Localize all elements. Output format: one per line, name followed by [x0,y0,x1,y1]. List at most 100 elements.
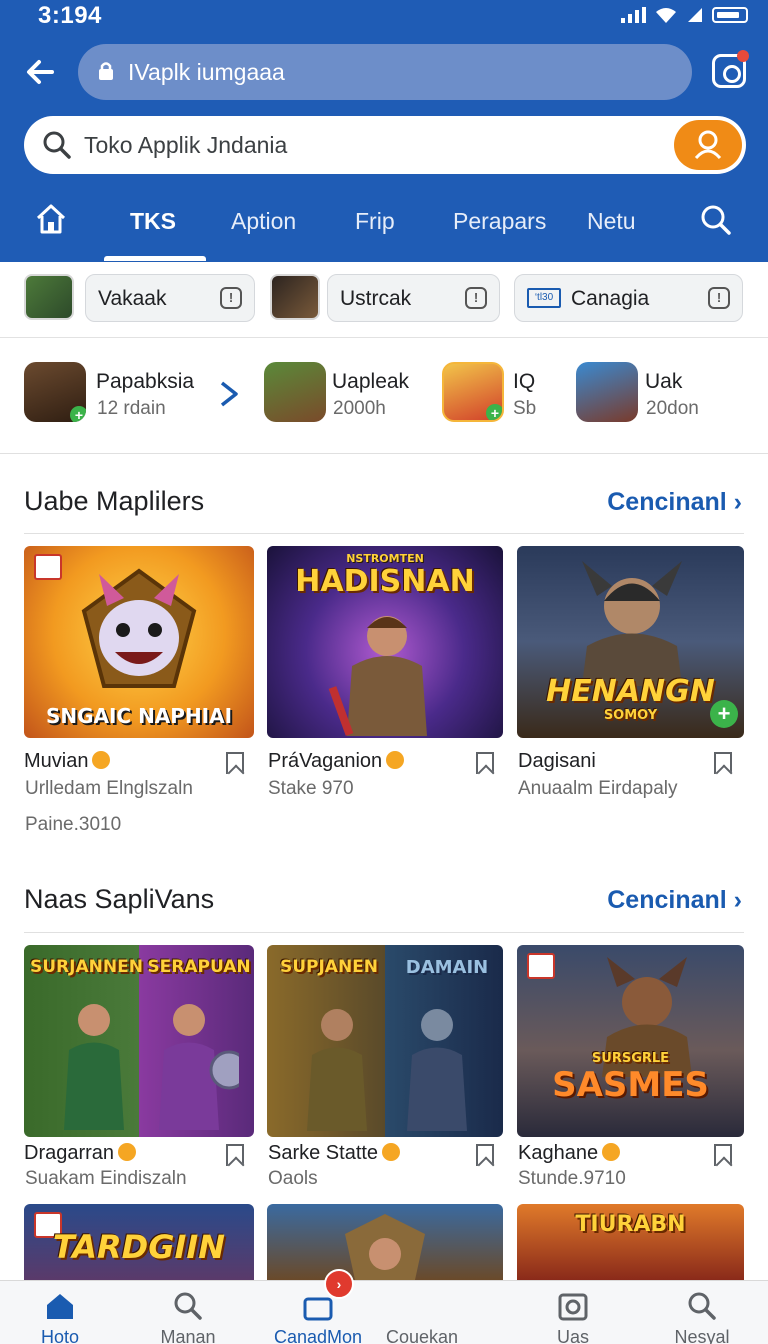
card-art-title: DAMAIN [405,957,489,978]
app-icon[interactable]: + [24,362,86,422]
game-card[interactable]: SUPJANEN DAMAIN [267,945,503,1137]
nav-label: CanadMon [273,1327,363,1344]
tab-netu[interactable]: Netu [587,208,636,235]
tab-frip[interactable]: Frip [355,208,395,235]
helmet-icon [345,1214,425,1280]
status-icons [621,6,748,24]
tab-home[interactable] [34,202,68,241]
see-more-label: Cencinanl [607,886,727,914]
nav-label: Manan [160,1327,216,1344]
search-bar[interactable]: Toko Applik Jndania [24,116,746,174]
card-art-title: SASMES [552,1065,709,1105]
card-title[interactable]: PráVaganion [268,750,405,773]
chip-label: Vakaak [98,287,167,310]
chip-badge: ‘tl30 [527,288,561,308]
bookmark-icon[interactable] [476,1144,494,1166]
see-more-link[interactable]: Cencinanl › [607,886,742,915]
card-art-title: HADISNAN [295,564,475,599]
chip-vakaak[interactable]: Vakaak ! [85,274,255,322]
horned-warrior-icon [582,561,682,686]
divider [24,932,744,933]
nav-label: Couekan [385,1327,459,1344]
app-header: 3:194 IVaplk iumgaaa Toko Applik Jndania… [0,0,768,262]
card-title-text: Sarke Statte [268,1142,379,1164]
app-name[interactable]: IQ [513,370,535,394]
profile-button[interactable] [674,120,742,170]
app-name[interactable]: Uak [645,370,682,394]
tab-aption[interactable]: Aption [231,208,296,235]
card-sub: Urlledam Elnglszaln [25,778,193,799]
see-more-label: Cencinanl [607,488,727,516]
card-art-title: SERAPUAN [147,957,251,977]
card-title[interactable]: Sarke Statte [268,1142,401,1165]
chip-canagia[interactable]: ‘tl30 Canagia ! [514,274,743,322]
nav-label: Uas [556,1327,589,1344]
divider [24,533,744,534]
card-title[interactable]: Kaghane [518,1142,621,1165]
nav-couekan[interactable]: Couekan [362,1281,482,1344]
app-name[interactable]: Uapleak [332,370,409,394]
url-field[interactable]: IVaplk iumgaaa [78,44,692,100]
app-sub: 20don [646,398,699,419]
card-sub: Stunde.9710 [518,1168,626,1189]
nav-home[interactable]: Hoto [0,1281,120,1344]
app-icon[interactable] [576,362,638,422]
tab-tks[interactable]: TKS [130,208,176,235]
tab-search[interactable] [700,204,732,241]
nav-manan[interactable]: Manan [128,1281,248,1344]
play-arrow-icon[interactable] [218,380,240,408]
see-more-link[interactable]: Cencinanl › [607,488,742,517]
game-card[interactable] [267,1204,503,1280]
card-sub: Stake 970 [268,778,354,799]
game-card[interactable]: SURSGRLE SASMES [517,945,744,1137]
emoji-icon [382,1143,401,1161]
card-title[interactable]: Dragarran [24,1142,137,1165]
info-icon: ! [708,287,730,309]
app-icon[interactable]: + [442,362,504,422]
card-title-text: Dragarran [24,1142,115,1164]
notification-dot [737,50,749,62]
bookmark-icon[interactable] [714,752,732,774]
game-card[interactable]: NSTROMTEN HADISNAN [267,546,503,738]
game-card[interactable]: SNGAIC NAPHIAI [24,546,254,738]
game-card[interactable]: TARDGIIN [24,1204,254,1280]
back-button[interactable] [20,52,60,92]
card-sub: Oaols [268,1168,318,1189]
section-title: Naas SapliVans [24,884,215,914]
card-title-text: Muvian [24,750,89,772]
nav-uas[interactable]: Uas [513,1281,633,1344]
bookmark-icon[interactable] [714,1144,732,1166]
search-input[interactable]: Toko Applik Jndania [84,132,287,159]
info-icon: ! [465,287,487,309]
app-icon[interactable] [264,362,326,422]
bookmark-icon[interactable] [226,1144,244,1166]
game-card[interactable]: SURJANNEN SERAPUAN [24,945,254,1137]
nav-nesyal[interactable]: Nesyal [642,1281,762,1344]
game-card[interactable]: TIURABN [517,1204,744,1280]
app-sub: 12 rdain [97,398,166,419]
battery-icon [712,7,748,23]
filter-chips: Vakaak ! Ustrcak ! ‘tl30 Canagia ! [0,262,768,338]
emoji-icon [118,1143,137,1161]
emoji-icon [386,751,405,769]
plus-icon: + [486,404,502,420]
search-icon [688,1292,716,1320]
nav-label: Hoto [40,1327,80,1344]
chip-label: Canagia [571,287,650,310]
game-card[interactable]: HENANGN SOMOY + [517,546,744,738]
emoji-icon [602,1143,621,1161]
chip-label: Ustrcak [340,287,412,310]
tab-perapars[interactable]: Perapars [453,208,546,235]
bookmark-icon[interactable] [476,752,494,774]
app-carousel: + Papabksia 12 rdain Uapleak 2000h + IQ … [0,340,768,715]
plus-icon: + [70,406,86,422]
chip-ustrcak[interactable]: Ustrcak ! [327,274,500,322]
app-name[interactable]: Papabksia [96,370,194,394]
warrior-icon [328,616,427,736]
bookmark-icon[interactable] [226,752,244,774]
card-title-text: PráVaganion [268,750,383,772]
card-title[interactable]: Muvian [24,750,111,773]
app-sub: Sb [513,398,537,419]
card-title[interactable]: Dagisani [518,750,596,773]
nav-canadmon[interactable]: CanadMon [258,1281,378,1344]
